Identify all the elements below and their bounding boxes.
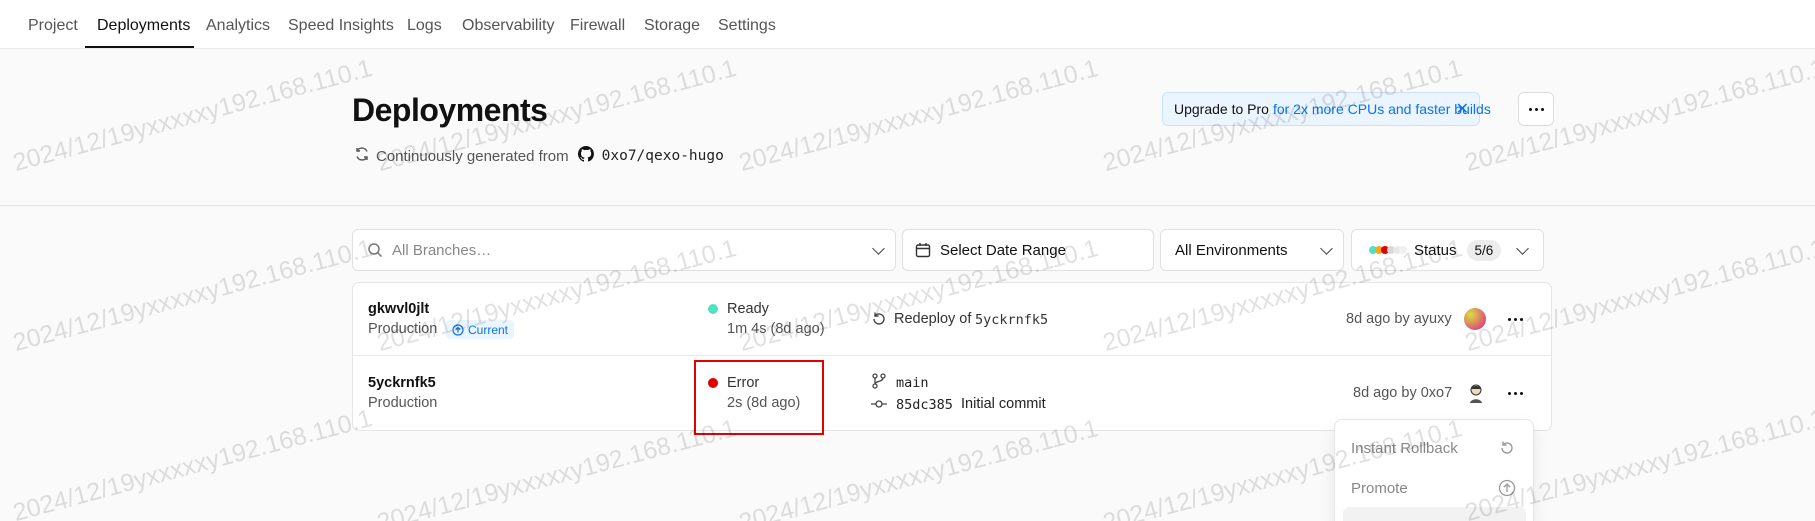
branch-filter[interactable]: All Branches…: [352, 229, 896, 271]
watermark-text: 2024/12/19yxxxxxy192.168.110.1: [10, 234, 376, 358]
current-badge: Current: [446, 320, 515, 339]
ellipsis-icon: [1508, 318, 1511, 321]
top-navigation: Project Deployments Analytics Speed Insi…: [0, 0, 1815, 49]
status-filter[interactable]: Status 5/6: [1351, 229, 1544, 271]
menu-item-promote[interactable]: Promote: [1351, 480, 1408, 497]
tab-logs[interactable]: Logs: [407, 17, 442, 35]
tab-firewall[interactable]: Firewall: [570, 17, 625, 35]
deployment-meta: 8d ago by 0xo7: [1353, 385, 1453, 401]
arrow-up-circle-icon: [452, 323, 464, 336]
generated-from-line: Continuously generated from 0xo7/qexo-hu…: [354, 146, 724, 166]
environment-label: All Environments: [1175, 241, 1288, 259]
date-range-filter[interactable]: Select Date Range: [902, 229, 1154, 271]
ellipsis-icon: [1508, 392, 1511, 395]
status-dot: [708, 304, 718, 314]
sync-icon: [354, 146, 370, 166]
error-highlight-box: [694, 360, 824, 435]
deployment-id[interactable]: gkwvl0jlt: [368, 301, 429, 317]
deployment-id[interactable]: 5yckrnfk5: [368, 375, 436, 391]
watermark-text: 2024/12/19yxxxxxy192.168.110.1: [10, 404, 376, 521]
avatar[interactable]: [1465, 382, 1487, 404]
deployment-duration: 1m 4s (8d ago): [727, 321, 825, 337]
calendar-icon: [915, 242, 931, 258]
tab-analytics[interactable]: Analytics: [206, 17, 270, 35]
commit-icon: [871, 397, 887, 415]
close-icon[interactable]: ✕: [1456, 99, 1469, 119]
environment-filter[interactable]: All Environments: [1160, 229, 1344, 271]
deployment-status: Ready: [727, 301, 769, 317]
context-menu: Instant Rollback Promote: [1334, 419, 1534, 521]
chevron-down-icon: [1320, 242, 1333, 255]
repo-link[interactable]: 0xo7/qexo-hugo: [602, 148, 724, 164]
row-more-button[interactable]: [1508, 318, 1523, 321]
tab-storage[interactable]: Storage: [644, 17, 700, 35]
status-label: Status: [1414, 241, 1457, 259]
tab-speed-insights[interactable]: Speed Insights: [288, 17, 394, 35]
tab-observability[interactable]: Observability: [462, 17, 554, 35]
deployment-environment: Production: [368, 321, 438, 337]
row-divider: [352, 355, 1552, 356]
tab-settings[interactable]: Settings: [718, 17, 776, 35]
upgrade-banner[interactable]: Upgrade to Pro for 2x more CPUs and fast…: [1162, 92, 1491, 126]
promote-icon: [1498, 479, 1516, 502]
chevron-down-icon: [1516, 242, 1529, 255]
menu-item-instant-rollback[interactable]: Instant Rollback: [1351, 440, 1458, 457]
upgrade-title: Upgrade to Pro: [1174, 101, 1269, 117]
redeploy-ref[interactable]: 5yckrnfk5: [975, 312, 1048, 328]
commit-message: Initial commit: [961, 396, 1046, 412]
rollback-icon: [1499, 440, 1515, 461]
commit-hash[interactable]: 85dc385: [896, 397, 953, 413]
branch-name[interactable]: main: [896, 375, 929, 391]
menu-item-highlight[interactable]: [1343, 507, 1526, 521]
chevron-down-icon: [872, 242, 885, 255]
ellipsis-icon: [1528, 107, 1532, 111]
date-range-label: Select Date Range: [940, 241, 1066, 259]
tab-deployments[interactable]: Deployments: [97, 17, 190, 35]
page-header: [0, 49, 1815, 206]
status-dots-icon: [1368, 245, 1408, 255]
redeploy-label: Redeploy of: [894, 311, 972, 327]
tab-project[interactable]: Project: [28, 17, 78, 35]
avatar[interactable]: [1464, 308, 1486, 330]
row-more-button[interactable]: [1508, 392, 1523, 395]
redeploy-icon: [871, 311, 887, 332]
github-icon: [577, 146, 594, 166]
page-title: Deployments: [352, 92, 548, 128]
search-icon: [367, 242, 383, 258]
active-tab-indicator: [85, 46, 194, 48]
current-badge-label: Current: [468, 322, 509, 337]
branch-search-input[interactable]: All Branches…: [392, 242, 491, 259]
status-count-badge: 5/6: [1466, 239, 1502, 261]
more-options-button[interactable]: [1518, 92, 1554, 126]
branch-icon: [871, 373, 887, 394]
deployment-environment: Production: [368, 395, 438, 411]
generated-label: Continuously generated from: [376, 147, 569, 165]
deployment-meta: 8d ago by ayuxy: [1346, 311, 1452, 327]
